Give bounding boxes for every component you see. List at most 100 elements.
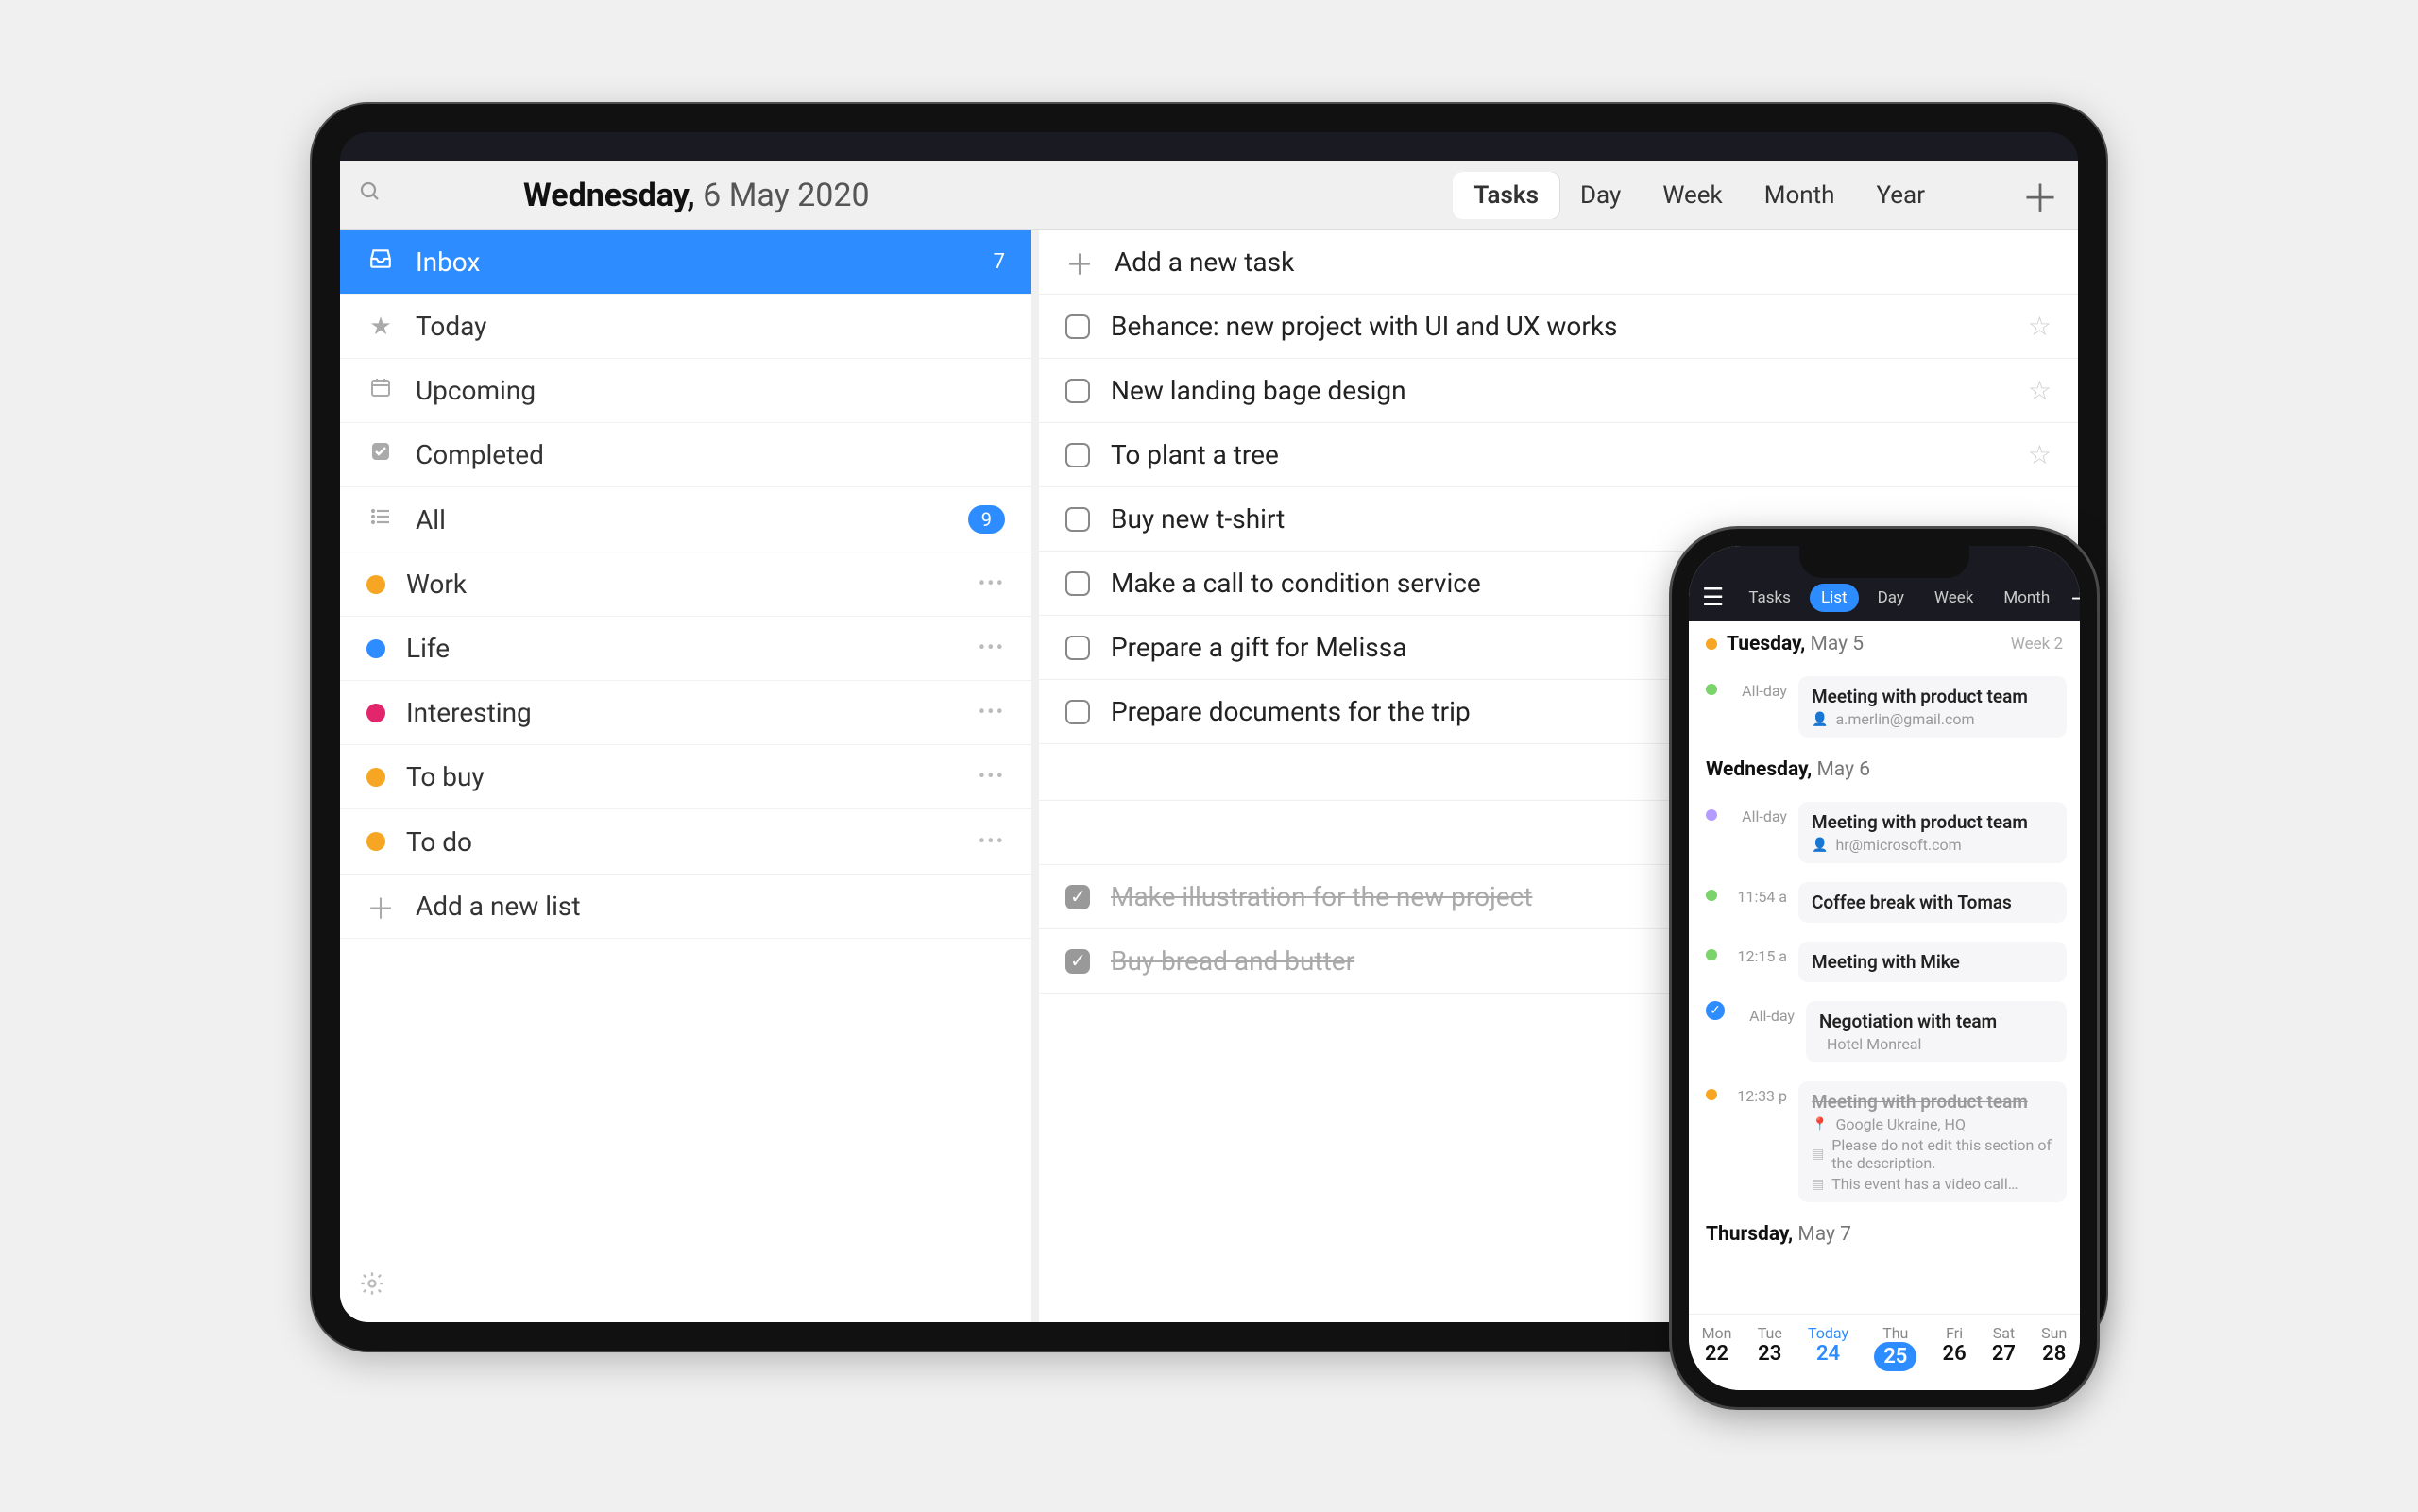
event-time: All-day [1728, 676, 1787, 700]
sidebar-item-inbox[interactable]: Inbox 7 [340, 230, 1031, 295]
more-icon[interactable]: ••• [979, 830, 1005, 854]
sidebar-item-list[interactable]: Work••• [340, 552, 1031, 617]
checkbox[interactable] [1065, 443, 1090, 467]
sidebar-item-today[interactable]: ★ Today [340, 295, 1031, 359]
star-icon: ★ [366, 313, 395, 341]
add-button[interactable]: ＋ [2021, 168, 2059, 223]
tab-week[interactable]: Week [1642, 172, 1743, 219]
sidebar-item-label: Add a new list [416, 891, 1005, 922]
task-title: To plant a tree [1111, 439, 2007, 470]
settings-button[interactable] [340, 1251, 1031, 1322]
event-dot [1706, 1089, 1717, 1100]
page-title: Wednesday, 6 May 2020 [523, 177, 870, 214]
phone-tab-day[interactable]: Day [1866, 584, 1916, 612]
task-title: New landing bage design [1111, 375, 2007, 406]
phone-tab-list[interactable]: List [1810, 584, 1859, 612]
event-time: 12:15 a [1728, 942, 1787, 965]
weekday-number: 25 [1874, 1342, 1916, 1371]
sidebar-item-list[interactable]: To do ••• [340, 809, 1031, 874]
event-note: ▤This event has a video call… [1812, 1175, 2053, 1193]
event-badge-icon: ✓ [1706, 1001, 1725, 1020]
weekbar-day[interactable]: Thu25 [1874, 1324, 1916, 1371]
sidebar-item-label: To do [406, 826, 958, 858]
task-row[interactable]: New landing bage design ☆ [1039, 359, 2078, 423]
weekbar-day[interactable]: Tue23 [1758, 1324, 1782, 1371]
weekbar-day[interactable]: Today24 [1808, 1324, 1848, 1371]
app-toolbar: Wednesday, 6 May 2020 Tasks Day Week Mon… [340, 161, 2078, 230]
weekday-number: 27 [1992, 1342, 2016, 1366]
phone-event[interactable]: 12:15 a Meeting with Mike [1689, 932, 2080, 992]
weekday-label: Fri [1943, 1324, 1967, 1342]
list-color-dot [366, 832, 385, 851]
checkbox[interactable] [1065, 379, 1090, 403]
weekbar-day[interactable]: Mon22 [1702, 1324, 1732, 1371]
list-color-dot [366, 704, 385, 722]
weekday-number: 23 [1758, 1342, 1782, 1366]
event-subtitle: 📍Google Ukraine, HQ [1812, 1115, 2053, 1133]
phone-add-button[interactable]: ＋ [2069, 579, 2080, 617]
note-icon: ▤ [1812, 1147, 1824, 1162]
sidebar-item-all[interactable]: All 9 [340, 487, 1031, 552]
tab-month[interactable]: Month [1744, 172, 1856, 219]
more-icon[interactable]: ••• [979, 572, 1005, 596]
task-title: Behance: new project with UI and UX work… [1111, 311, 2007, 342]
sidebar-item-upcoming[interactable]: Upcoming [340, 359, 1031, 423]
event-card: Meeting with product team👤hr@microsoft.c… [1798, 802, 2067, 863]
add-task-label: Add a new task [1115, 246, 2052, 278]
checkbox[interactable] [1065, 636, 1090, 660]
event-title: Meeting with product team [1812, 1091, 2053, 1113]
plus-icon: ＋ [1065, 242, 1094, 283]
event-card: Coffee break with Tomas [1798, 882, 2067, 923]
tab-tasks[interactable]: Tasks [1453, 172, 1559, 219]
phone-tab-month[interactable]: Month [1992, 584, 2061, 612]
tab-day[interactable]: Day [1559, 172, 1642, 219]
checkbox-checked[interactable] [1065, 885, 1090, 909]
more-icon[interactable]: ••• [979, 701, 1005, 724]
weekbar-day[interactable]: Fri26 [1943, 1324, 1967, 1371]
weekbar-day[interactable]: Sun28 [2041, 1324, 2067, 1371]
phone-week-bar: Mon22 Tue23 Today24 Thu25 Fri26 Sat27 Sun28 [1689, 1314, 2080, 1390]
phone-event[interactable]: All-dayMeeting with product team👤hr@micr… [1689, 792, 2080, 873]
checkbox[interactable] [1065, 700, 1090, 724]
iphone-screen: ☰ Tasks List Day Week Month ＋ Tuesday, M… [1689, 546, 2080, 1390]
menu-icon[interactable]: ☰ [1702, 584, 1724, 612]
phone-event-list[interactable]: Tuesday, May 5Week 2All-dayMeeting with … [1689, 621, 2080, 1314]
phone-event[interactable]: 11:54 aCoffee break with Tomas [1689, 873, 2080, 932]
sidebar-item-list[interactable]: To buy••• [340, 745, 1031, 809]
phone-event[interactable]: 12:33 pMeeting with product team📍Google … [1689, 1072, 2080, 1212]
star-icon[interactable]: ☆ [2028, 311, 2052, 342]
checkbox[interactable] [1065, 507, 1090, 532]
event-dot [1706, 684, 1717, 695]
weekday-number: 22 [1702, 1342, 1732, 1366]
phone-event[interactable]: ✓All-dayNegotiation with teamHotel Monre… [1689, 992, 2080, 1072]
check-icon [366, 440, 395, 469]
sidebar-item-label: Inbox [416, 246, 973, 278]
checkbox[interactable] [1065, 314, 1090, 339]
star-icon[interactable]: ☆ [2028, 439, 2052, 470]
more-icon[interactable]: ••• [979, 637, 1005, 660]
weekbar-day[interactable]: Sat27 [1992, 1324, 2016, 1371]
search-icon[interactable] [359, 180, 382, 210]
phone-tab-week[interactable]: Week [1923, 584, 1984, 612]
sidebar-item-completed[interactable]: Completed [340, 423, 1031, 487]
event-title: Meeting with Mike [1812, 951, 2053, 973]
phone-tab-tasks[interactable]: Tasks [1737, 584, 1802, 612]
sidebar-item-list[interactable]: Life••• [340, 617, 1031, 681]
sidebar-item-label: All [416, 504, 947, 535]
more-icon[interactable]: ••• [979, 765, 1005, 789]
checkbox[interactable] [1065, 571, 1090, 596]
checkbox-checked[interactable] [1065, 949, 1090, 974]
phone-event[interactable]: All-dayMeeting with product team👤a.merli… [1689, 667, 2080, 747]
sidebar-add-list[interactable]: ＋ Add a new list [340, 875, 1031, 939]
weekday-label: Sun [2041, 1324, 2067, 1342]
task-row[interactable]: To plant a tree ☆ [1039, 423, 2078, 487]
add-task-row[interactable]: ＋ Add a new task [1039, 230, 2078, 295]
task-row[interactable]: Behance: new project with UI and UX work… [1039, 295, 2078, 359]
gear-icon [359, 1272, 385, 1303]
calendar-icon [366, 376, 395, 405]
star-icon[interactable]: ☆ [2028, 375, 2052, 406]
ipad-statusbar [340, 132, 2078, 161]
list-color-dot [366, 575, 385, 594]
tab-year[interactable]: Year [1855, 172, 1946, 219]
sidebar-item-list[interactable]: Interesting••• [340, 681, 1031, 745]
